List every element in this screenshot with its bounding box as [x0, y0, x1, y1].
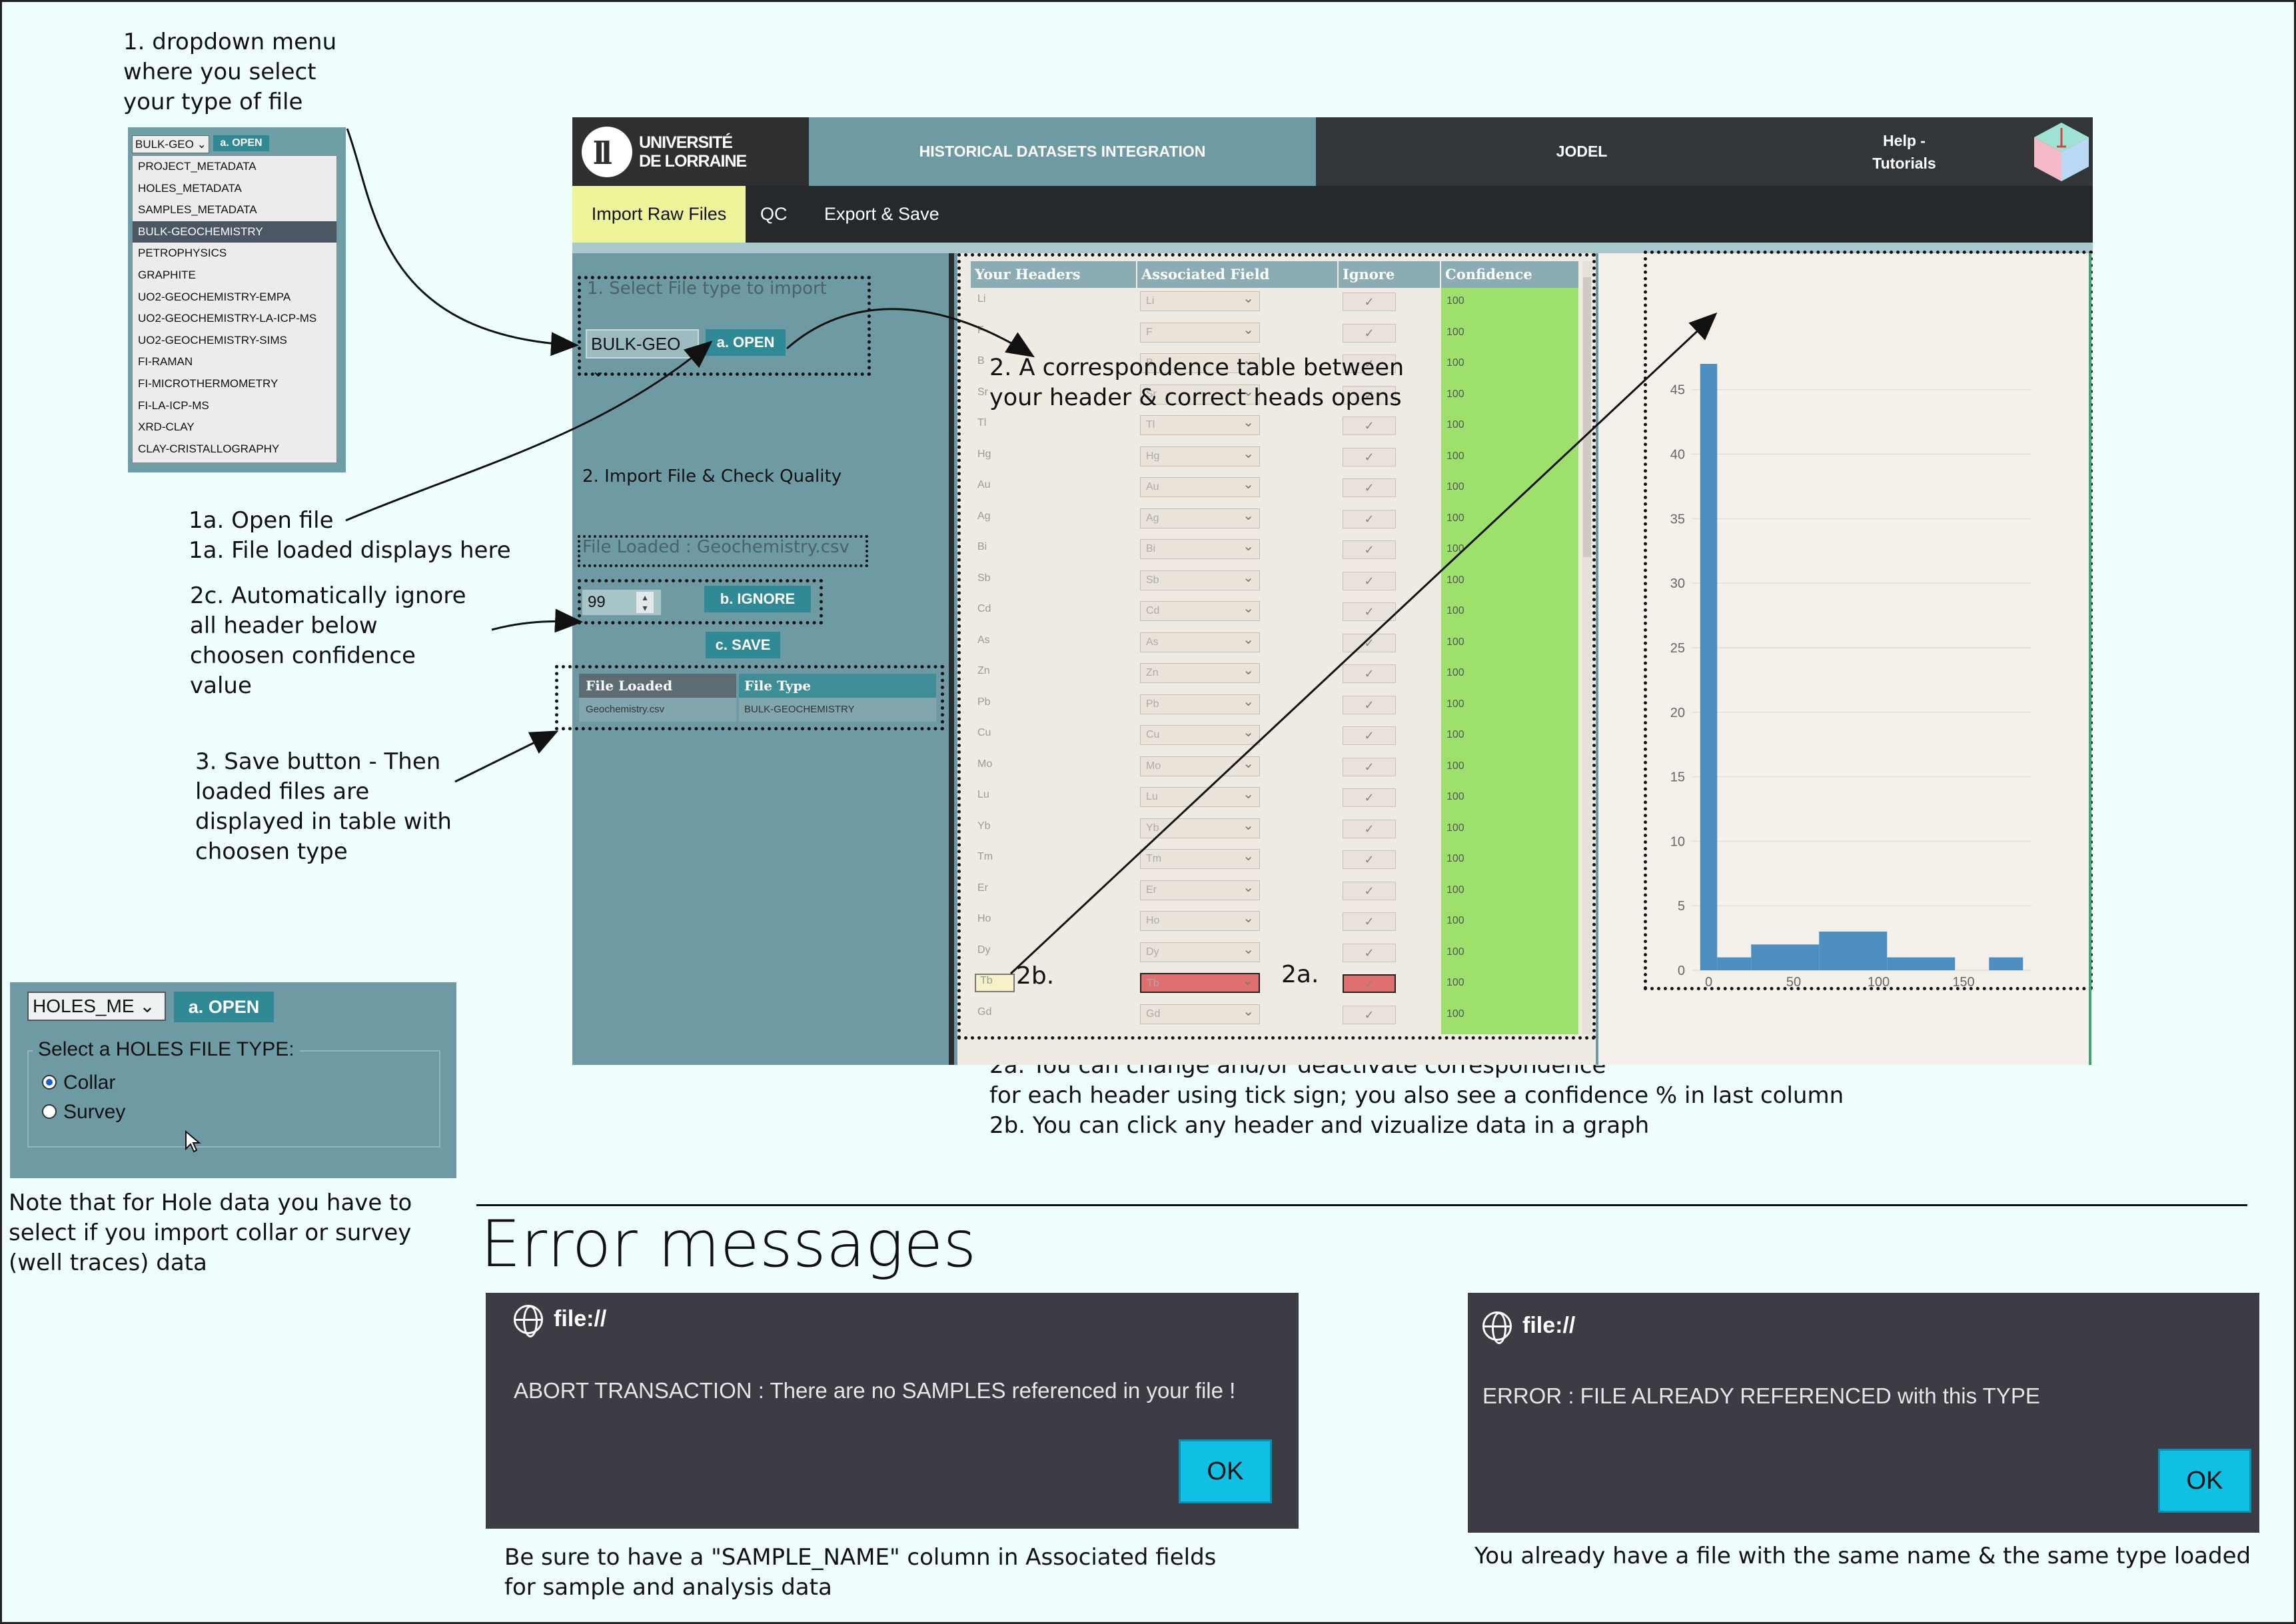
tab-export-save[interactable]: Export & Save: [824, 186, 971, 243]
open-button[interactable]: a. OPEN: [706, 329, 786, 356]
dialog-message: ABORT TRANSACTION : There are no SAMPLES…: [514, 1378, 1236, 1403]
dialog-message: ERROR : FILE ALREADY REFERENCED with thi…: [1482, 1383, 2040, 1408]
save-annotation: 3. Save button - Then loaded files are d…: [195, 748, 452, 865]
file-type-option[interactable]: FI-RAMAN: [133, 351, 336, 373]
file-type-option[interactable]: UO2-GEOCHEMISTRY-LA-ICP-MS: [133, 308, 336, 330]
nav-jodel[interactable]: JODEL: [1316, 117, 1848, 186]
x-tick-label: 100: [1868, 975, 1890, 990]
globe-icon: [1482, 1311, 1512, 1344]
y-tick-label: 5: [1678, 899, 1685, 914]
dropdown-annotation: 1. dropdown menu where you select your t…: [123, 29, 337, 115]
file-type-option[interactable]: PETROPHYSICS: [133, 243, 336, 265]
auto-ignore-annotation: 2c. Automatically ignore all header belo…: [190, 582, 466, 699]
holes-panel: HOLES_ME ⌄ a. OPEN Select a HOLES FILE T…: [10, 982, 456, 1178]
histogram-bar: [1819, 931, 1888, 970]
open-button-small[interactable]: a. OPEN: [213, 135, 269, 151]
globe-icon: [514, 1305, 543, 1337]
loaded-table-header-file: File Loaded: [579, 674, 736, 698]
histogram-chart: 0 5 10 15 20 25 30 35 40 45 0 50 100 150: [1670, 364, 2031, 990]
tab-qc[interactable]: QC: [760, 186, 800, 243]
ok-button[interactable]: OK: [2158, 1449, 2251, 1513]
marker-2a: 2a.: [1281, 961, 1319, 988]
loaded-table-cell-file: Geochemistry.csv: [579, 698, 736, 722]
file-type-option[interactable]: HOLES_METADATA: [133, 178, 336, 200]
dialog-host: file://: [554, 1306, 607, 1331]
radio-survey[interactable]: Survey: [42, 1101, 125, 1124]
holes-fieldset: [27, 1050, 440, 1148]
file-type-option[interactable]: GRAPHITE: [133, 265, 336, 287]
loaded-table-header-type: File Type: [739, 674, 936, 698]
file-type-option[interactable]: FI-LA-ICP-MS: [133, 395, 336, 417]
marker-2b: 2b.: [1016, 962, 1055, 990]
dialog-host: file://: [1522, 1313, 1576, 1338]
file-type-select-small[interactable]: BULK-GEO ⌄: [132, 135, 209, 153]
ignore-button[interactable]: b. IGNORE: [704, 586, 811, 612]
file-type-option[interactable]: SAMPLES_METADATA: [133, 199, 336, 221]
app-window: ll UNIVERSITÉ DE LORRAINE HISTORICAL DAT…: [555, 117, 2093, 1065]
holes-open-button[interactable]: a. OPEN: [174, 992, 274, 1022]
file-type-option[interactable]: XRD-CLAY: [133, 416, 336, 438]
error-note-already-referenced: You already have a file with the same na…: [1474, 1543, 2251, 1569]
university-logo-icon: ll: [582, 127, 632, 177]
save-button[interactable]: c. SAVE: [706, 632, 780, 658]
nav-historical-datasets[interactable]: HISTORICAL DATASETS INTEGRATION: [809, 117, 1316, 186]
file-type-option[interactable]: PROJECT_METADATA: [133, 156, 336, 178]
file-loaded-label: File Loaded : Geochemistry.csv: [582, 537, 850, 557]
histogram-bar: [1717, 957, 1752, 970]
nav-help-tutorials[interactable]: Help - Tutorials: [1848, 129, 1961, 175]
error-dialog-no-samples: file:// ABORT TRANSACTION : There are no…: [486, 1293, 1299, 1529]
panel-divider: [949, 253, 954, 1065]
error-section-rule: [476, 1204, 2247, 1206]
sub-nav: Import Raw Files QC Export & Save: [572, 186, 2093, 243]
histogram-bar: [1887, 957, 1956, 970]
import-check-label: 2. Import File & Check Quality: [582, 466, 842, 486]
file-type-option[interactable]: UO2-GEOCHEMISTRY-SIMS: [133, 330, 336, 352]
ok-button[interactable]: OK: [1179, 1439, 1272, 1503]
error-dialog-already-referenced: file:// ERROR : FILE ALREADY REFERENCED …: [1468, 1293, 2259, 1533]
logo-text: UNIVERSITÉ DE LORRAINE: [639, 133, 747, 171]
error-messages-title: Error messages: [480, 1207, 977, 1281]
file-type-option[interactable]: BULK-GEOCHEMISTRY: [133, 221, 336, 243]
y-tick-label: 45: [1670, 383, 1685, 398]
x-tick-label: 150: [1952, 975, 1974, 990]
holes-legend: Select a HOLES FILE TYPE:: [33, 1038, 300, 1061]
histogram-bar: [1989, 957, 2023, 970]
y-tick-label: 25: [1670, 641, 1685, 656]
holes-annotation: Note that for Hole data you have to sele…: [9, 1190, 412, 1276]
file-type-option[interactable]: CLAY-CRISTALLOGRAPHY: [133, 438, 336, 460]
tab-import-raw-files[interactable]: Import Raw Files: [572, 186, 746, 243]
cursor-icon: [185, 1130, 201, 1153]
histogram-bar: [1700, 364, 1718, 970]
spinner-icon[interactable]: ▴ ▾: [636, 592, 654, 613]
y-tick-label: 20: [1670, 706, 1685, 720]
panel-edge: [2089, 253, 2091, 1065]
file-type-select[interactable]: BULK-GEO ⌄: [586, 329, 699, 381]
holes-type-select[interactable]: HOLES_ME ⌄: [27, 992, 166, 1021]
error-note-no-samples: Be sure to have a "SAMPLE_NAME" column i…: [504, 1544, 1217, 1601]
x-tick-label: 50: [1786, 975, 1801, 990]
radio-collar[interactable]: Collar: [42, 1072, 115, 1094]
radio-collar-icon[interactable]: [42, 1075, 57, 1090]
loaded-table-cell-type: BULK-GEOCHEMISTRY: [739, 698, 936, 722]
y-tick-label: 35: [1670, 512, 1685, 526]
app-header: ll UNIVERSITÉ DE LORRAINE HISTORICAL DAT…: [572, 117, 2093, 186]
correspondence-annotation: 2. A correspondence table between your h…: [989, 355, 1405, 411]
x-tick-label: 0: [1705, 975, 1712, 990]
logo: ll UNIVERSITÉ DE LORRAINE: [572, 117, 809, 186]
select-file-type-label: 1. Select File type to import: [587, 279, 827, 299]
file-type-options-list: PROJECT_METADATA HOLES_METADATA SAMPLES_ME…: [132, 155, 337, 463]
file-type-option[interactable]: FI-MICROTHERMOMETRY: [133, 373, 336, 395]
y-tick-label: 40: [1670, 448, 1685, 462]
y-tick-label: 10: [1670, 834, 1685, 849]
file-type-option[interactable]: UO2-GEOCHEMISTRY-EMPA: [133, 287, 336, 309]
histogram-bar: [1751, 944, 1820, 970]
cube-logo-icon: [2034, 123, 2089, 181]
open-file-annotation: 1a. Open file 1a. File loaded displays h…: [189, 507, 511, 564]
y-tick-label: 0: [1678, 964, 1685, 978]
y-tick-label: 30: [1670, 576, 1685, 591]
radio-survey-icon[interactable]: [42, 1104, 57, 1120]
y-tick-label: 15: [1670, 770, 1685, 785]
